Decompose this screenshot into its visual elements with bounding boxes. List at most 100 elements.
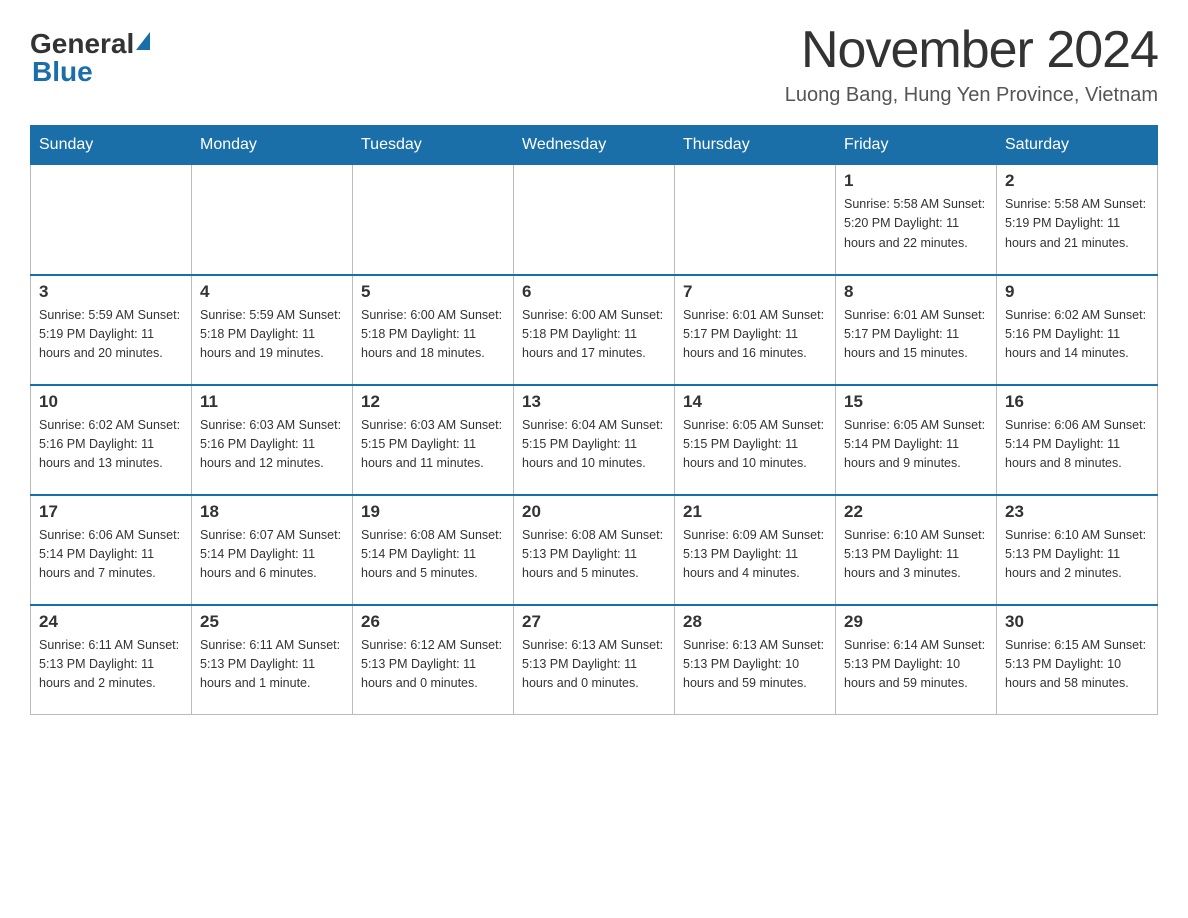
- cell-sun-info: Sunrise: 6:07 AM Sunset: 5:14 PM Dayligh…: [200, 526, 344, 584]
- cell-day-number: 13: [522, 392, 666, 412]
- calendar-week-row: 3 Sunrise: 5:59 AM Sunset: 5:19 PM Daylig…: [31, 275, 1158, 385]
- cell-day-number: 28: [683, 612, 827, 632]
- calendar-cell: 14Sunrise: 6:05 AM Sunset: 5:15 PM Dayli…: [675, 385, 836, 495]
- cell-sun-info: Sunrise: 6:13 AM Sunset: 5:13 PM Dayligh…: [683, 636, 827, 694]
- calendar-cell: 11 Sunrise: 6:03 AM Sunset: 5:16 PM Dayli…: [192, 385, 353, 495]
- cell-day-number: 15: [844, 392, 988, 412]
- cell-day-number: 17: [39, 502, 183, 522]
- weekday-header-saturday: Saturday: [997, 126, 1158, 165]
- page-header: General Blue November 2024 Luong Bang, H…: [30, 20, 1158, 107]
- cell-day-number: 24: [39, 612, 183, 632]
- cell-sun-info: Sunrise: 6:01 AM Sunset: 5:17 PM Dayligh…: [683, 306, 827, 364]
- cell-sun-info: Sunrise: 6:04 AM Sunset: 5:15 PM Dayligh…: [522, 416, 666, 474]
- location-title: Luong Bang, Hung Yen Province, Vietnam: [785, 84, 1158, 107]
- cell-day-number: 26: [361, 612, 505, 632]
- cell-sun-info: Sunrise: 6:06 AM Sunset: 5:14 PM Dayligh…: [39, 526, 183, 584]
- cell-sun-info: Sunrise: 6:08 AM Sunset: 5:14 PM Dayligh…: [361, 526, 505, 584]
- cell-sun-info: Sunrise: 6:13 AM Sunset: 5:13 PM Dayligh…: [522, 636, 666, 694]
- calendar-cell: 28 Sunrise: 6:13 AM Sunset: 5:13 PM Dayli…: [675, 605, 836, 715]
- calendar-cell: 2Sunrise: 5:58 AM Sunset: 5:19 PM Daylig…: [997, 165, 1158, 275]
- calendar-cell: [31, 165, 192, 275]
- cell-sun-info: Sunrise: 6:10 AM Sunset: 5:13 PM Dayligh…: [844, 526, 988, 584]
- weekday-header-sunday: Sunday: [31, 126, 192, 165]
- cell-sun-info: Sunrise: 5:58 AM Sunset: 5:20 PM Dayligh…: [844, 195, 988, 253]
- logo-blue: Blue: [32, 56, 93, 87]
- cell-sun-info: Sunrise: 6:02 AM Sunset: 5:16 PM Dayligh…: [39, 416, 183, 474]
- calendar-cell: 24 Sunrise: 6:11 AM Sunset: 5:13 PM Dayli…: [31, 605, 192, 715]
- calendar-cell: [192, 165, 353, 275]
- calendar-cell: 6Sunrise: 6:00 AM Sunset: 5:18 PM Daylig…: [514, 275, 675, 385]
- calendar-week-row: 10 Sunrise: 6:02 AM Sunset: 5:16 PM Dayli…: [31, 385, 1158, 495]
- calendar-cell: [353, 165, 514, 275]
- cell-day-number: 19: [361, 502, 505, 522]
- cell-day-number: 14: [683, 392, 827, 412]
- calendar-cell: 17 Sunrise: 6:06 AM Sunset: 5:14 PM Dayli…: [31, 495, 192, 605]
- weekday-header-row: SundayMondayTuesdayWednesdayThursdayFrid…: [31, 126, 1158, 165]
- cell-day-number: 11: [200, 392, 344, 412]
- calendar-week-row: 17 Sunrise: 6:06 AM Sunset: 5:14 PM Dayli…: [31, 495, 1158, 605]
- cell-sun-info: Sunrise: 5:59 AM Sunset: 5:19 PM Dayligh…: [39, 306, 183, 364]
- cell-sun-info: Sunrise: 6:01 AM Sunset: 5:17 PM Dayligh…: [844, 306, 988, 364]
- cell-sun-info: Sunrise: 6:10 AM Sunset: 5:13 PM Dayligh…: [1005, 526, 1149, 584]
- calendar-cell: 8 Sunrise: 6:01 AM Sunset: 5:17 PM Daylig…: [836, 275, 997, 385]
- cell-day-number: 6: [522, 282, 666, 302]
- calendar-cell: 29Sunrise: 6:14 AM Sunset: 5:13 PM Dayli…: [836, 605, 997, 715]
- cell-day-number: 21: [683, 502, 827, 522]
- calendar-week-row: 1 Sunrise: 5:58 AM Sunset: 5:20 PM Daylig…: [31, 165, 1158, 275]
- calendar-cell: 18 Sunrise: 6:07 AM Sunset: 5:14 PM Dayli…: [192, 495, 353, 605]
- calendar-cell: 5Sunrise: 6:00 AM Sunset: 5:18 PM Daylig…: [353, 275, 514, 385]
- cell-day-number: 25: [200, 612, 344, 632]
- cell-sun-info: Sunrise: 6:03 AM Sunset: 5:15 PM Dayligh…: [361, 416, 505, 474]
- cell-sun-info: Sunrise: 6:11 AM Sunset: 5:13 PM Dayligh…: [200, 636, 344, 694]
- calendar-cell: 26Sunrise: 6:12 AM Sunset: 5:13 PM Dayli…: [353, 605, 514, 715]
- weekday-header-friday: Friday: [836, 126, 997, 165]
- cell-sun-info: Sunrise: 6:03 AM Sunset: 5:16 PM Dayligh…: [200, 416, 344, 474]
- calendar-cell: 3 Sunrise: 5:59 AM Sunset: 5:19 PM Daylig…: [31, 275, 192, 385]
- cell-day-number: 22: [844, 502, 988, 522]
- calendar-cell: 15 Sunrise: 6:05 AM Sunset: 5:14 PM Dayli…: [836, 385, 997, 495]
- calendar-cell: 9 Sunrise: 6:02 AM Sunset: 5:16 PM Daylig…: [997, 275, 1158, 385]
- cell-day-number: 1: [844, 171, 988, 191]
- logo-general: General: [30, 30, 134, 58]
- cell-day-number: 9: [1005, 282, 1149, 302]
- cell-sun-info: Sunrise: 6:06 AM Sunset: 5:14 PM Dayligh…: [1005, 416, 1149, 474]
- calendar-cell: 10 Sunrise: 6:02 AM Sunset: 5:16 PM Dayli…: [31, 385, 192, 495]
- cell-day-number: 3: [39, 282, 183, 302]
- weekday-header-wednesday: Wednesday: [514, 126, 675, 165]
- cell-sun-info: Sunrise: 6:11 AM Sunset: 5:13 PM Dayligh…: [39, 636, 183, 694]
- calendar-cell: 25 Sunrise: 6:11 AM Sunset: 5:13 PM Dayli…: [192, 605, 353, 715]
- cell-day-number: 2: [1005, 171, 1149, 191]
- calendar-cell: 27Sunrise: 6:13 AM Sunset: 5:13 PM Dayli…: [514, 605, 675, 715]
- cell-day-number: 23: [1005, 502, 1149, 522]
- calendar-cell: 7 Sunrise: 6:01 AM Sunset: 5:17 PM Daylig…: [675, 275, 836, 385]
- logo-triangle-icon: [136, 32, 150, 50]
- calendar-table: SundayMondayTuesdayWednesdayThursdayFrid…: [30, 125, 1158, 715]
- cell-day-number: 10: [39, 392, 183, 412]
- cell-day-number: 20: [522, 502, 666, 522]
- cell-day-number: 8: [844, 282, 988, 302]
- cell-day-number: 12: [361, 392, 505, 412]
- title-area: November 2024 Luong Bang, Hung Yen Provi…: [785, 20, 1158, 107]
- cell-sun-info: Sunrise: 5:59 AM Sunset: 5:18 PM Dayligh…: [200, 306, 344, 364]
- calendar-cell: [514, 165, 675, 275]
- calendar-cell: 4 Sunrise: 5:59 AM Sunset: 5:18 PM Daylig…: [192, 275, 353, 385]
- month-title: November 2024: [785, 20, 1158, 80]
- calendar-cell: 16 Sunrise: 6:06 AM Sunset: 5:14 PM Dayli…: [997, 385, 1158, 495]
- calendar-cell: 23 Sunrise: 6:10 AM Sunset: 5:13 PM Dayli…: [997, 495, 1158, 605]
- cell-sun-info: Sunrise: 6:09 AM Sunset: 5:13 PM Dayligh…: [683, 526, 827, 584]
- weekday-header-monday: Monday: [192, 126, 353, 165]
- cell-day-number: 16: [1005, 392, 1149, 412]
- cell-day-number: 7: [683, 282, 827, 302]
- logo: General Blue: [30, 20, 152, 88]
- calendar-cell: [675, 165, 836, 275]
- calendar-cell: 12 Sunrise: 6:03 AM Sunset: 5:15 PM Dayli…: [353, 385, 514, 495]
- calendar-cell: 19 Sunrise: 6:08 AM Sunset: 5:14 PM Dayli…: [353, 495, 514, 605]
- cell-day-number: 30: [1005, 612, 1149, 632]
- cell-sun-info: Sunrise: 6:15 AM Sunset: 5:13 PM Dayligh…: [1005, 636, 1149, 694]
- cell-day-number: 4: [200, 282, 344, 302]
- logo-text: General: [30, 30, 152, 58]
- cell-sun-info: Sunrise: 6:08 AM Sunset: 5:13 PM Dayligh…: [522, 526, 666, 584]
- cell-day-number: 18: [200, 502, 344, 522]
- cell-sun-info: Sunrise: 6:02 AM Sunset: 5:16 PM Dayligh…: [1005, 306, 1149, 364]
- cell-sun-info: Sunrise: 6:05 AM Sunset: 5:14 PM Dayligh…: [844, 416, 988, 474]
